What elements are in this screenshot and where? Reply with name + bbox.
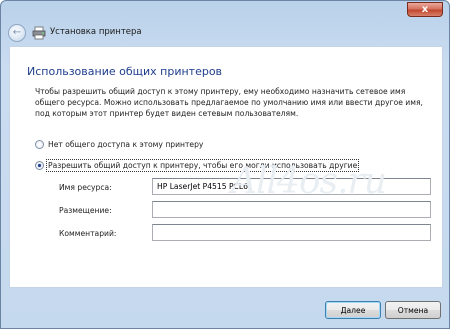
wizard-footer [1, 289, 449, 328]
share-radio[interactable] [35, 161, 44, 170]
back-button[interactable]: ← [8, 24, 26, 42]
printer-setup-window: x ← Установка принтера Использование общ… [0, 0, 450, 329]
comment-input[interactable] [152, 224, 431, 241]
printer-icon [32, 26, 46, 40]
watermark: All4os.ru [231, 161, 387, 202]
page-heading: Использование общих принтеров [27, 65, 223, 78]
close-button[interactable]: x [407, 2, 443, 17]
comment-label: Комментарий: [59, 229, 117, 238]
window-title: Установка принтера [50, 27, 142, 37]
location-input[interactable] [152, 201, 431, 218]
no-share-radio[interactable] [35, 140, 44, 149]
location-label: Размещение: [59, 206, 112, 215]
cancel-button[interactable]: Отмена [385, 301, 441, 319]
title-bar: x ← Установка принтера [1, 1, 449, 45]
next-button[interactable]: Далее [325, 301, 381, 319]
page-description: Чтобы разрешить общий доступ к этому при… [35, 87, 423, 118]
back-arrow-icon: ← [12, 27, 22, 38]
no-share-label: Нет общего доступа к этому принтеру [48, 140, 204, 149]
share-name-label: Имя ресурса: [59, 183, 112, 192]
close-icon: x [421, 4, 429, 15]
no-share-option[interactable]: Нет общего доступа к этому принтеру [35, 140, 203, 149]
